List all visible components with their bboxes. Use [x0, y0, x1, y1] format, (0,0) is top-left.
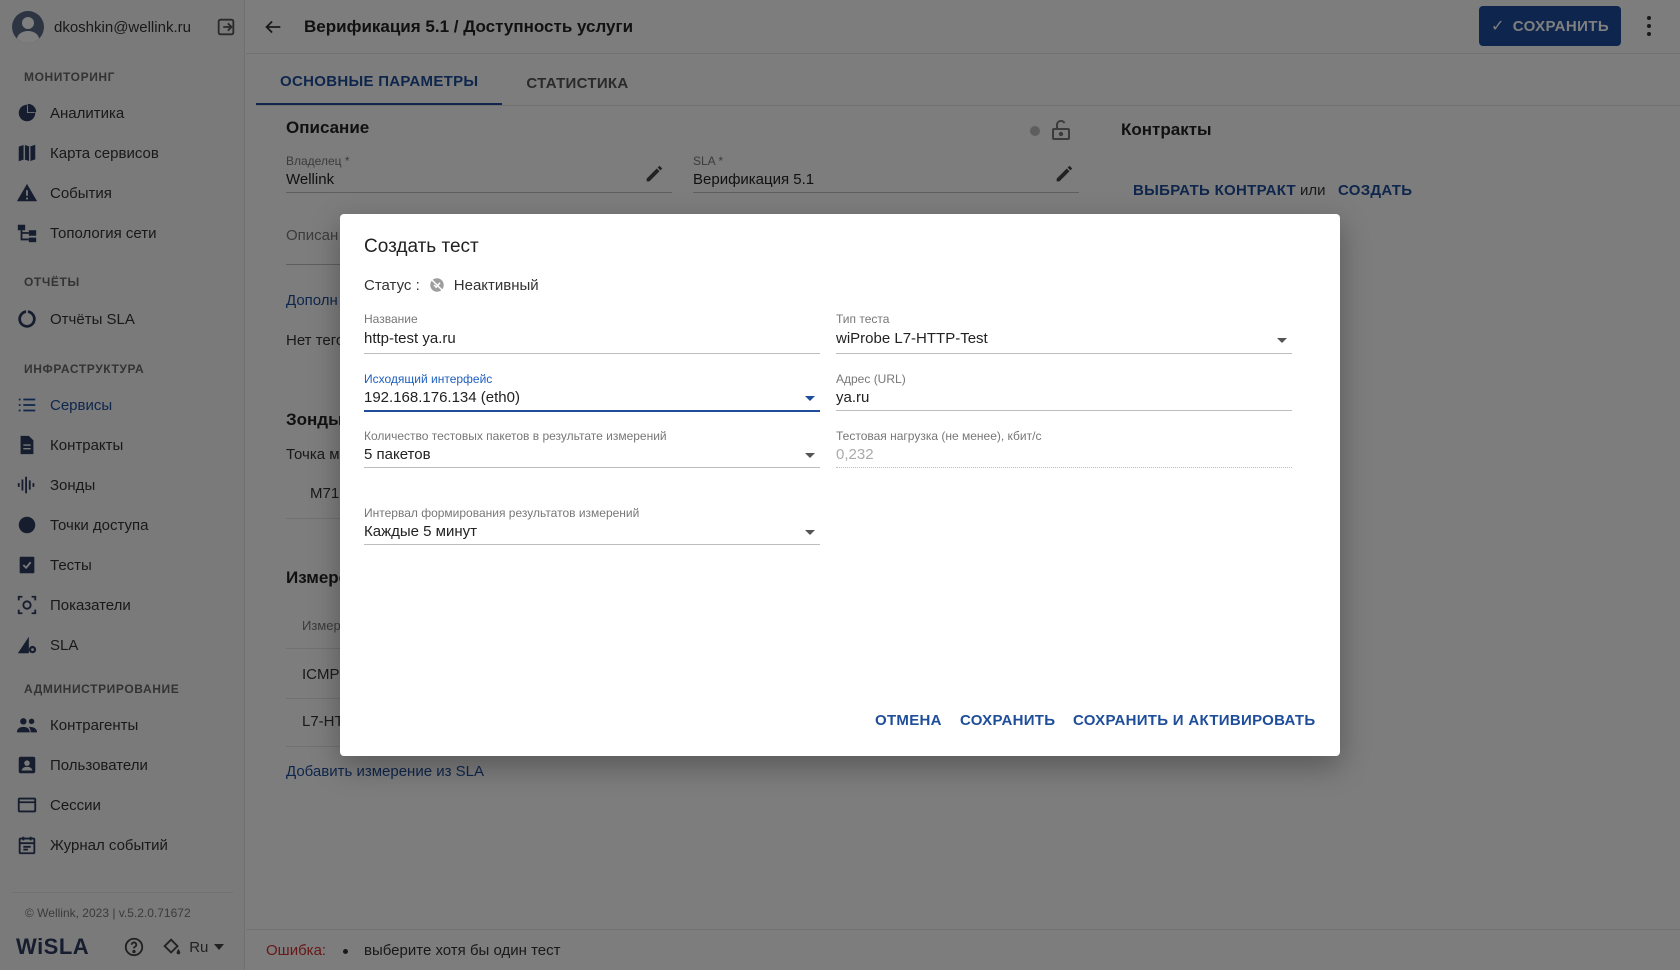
load-label: Тестовая нагрузка (не менее), кбит/с	[836, 429, 1042, 443]
name-underline	[364, 353, 820, 354]
url-field[interactable]: ya.ru	[836, 389, 869, 406]
load-underline	[836, 467, 1292, 468]
create-test-dialog: Создать тест Статус : Неактивный Названи…	[340, 214, 1340, 756]
chevron-down-icon[interactable]	[805, 396, 815, 401]
status-value: Неактивный	[453, 276, 539, 294]
test-type-label: Тип теста	[836, 312, 890, 326]
url-label: Адрес (URL)	[836, 372, 906, 386]
packets-select[interactable]: 5 пакетов	[364, 446, 431, 463]
dialog-title: Создать тест	[364, 236, 479, 257]
status-row: Статус : Неактивный	[364, 276, 539, 294]
dialog-save-button[interactable]: СОХРАНИТЬ	[960, 712, 1055, 729]
inactive-status-icon	[430, 278, 444, 292]
cancel-button[interactable]: ОТМЕНА	[875, 712, 942, 729]
load-field: 0,232	[836, 446, 874, 463]
chevron-down-icon[interactable]	[805, 453, 815, 458]
url-underline	[836, 410, 1292, 411]
packets-underline	[364, 467, 820, 468]
interface-label: Исходящий интерфейс	[364, 372, 493, 386]
name-label: Название	[364, 312, 418, 326]
chevron-down-icon[interactable]	[1277, 338, 1287, 343]
interval-label: Интервал формирования результатов измере…	[364, 506, 640, 520]
status-label: Статус :	[364, 276, 420, 294]
interval-select[interactable]: Каждые 5 минут	[364, 523, 477, 540]
test-type-underline	[836, 353, 1292, 354]
interval-underline	[364, 544, 820, 545]
interface-underline	[364, 410, 820, 412]
name-field[interactable]: http-test ya.ru	[364, 330, 456, 347]
packets-label: Количество тестовых пакетов в результате…	[364, 429, 667, 443]
chevron-down-icon[interactable]	[805, 530, 815, 535]
test-type-select[interactable]: wiProbe L7-HTTP-Test	[836, 330, 988, 347]
save-and-activate-button[interactable]: СОХРАНИТЬ И АКТИВИРОВАТЬ	[1073, 712, 1315, 729]
interface-select[interactable]: 192.168.176.134 (eth0)	[364, 389, 520, 406]
